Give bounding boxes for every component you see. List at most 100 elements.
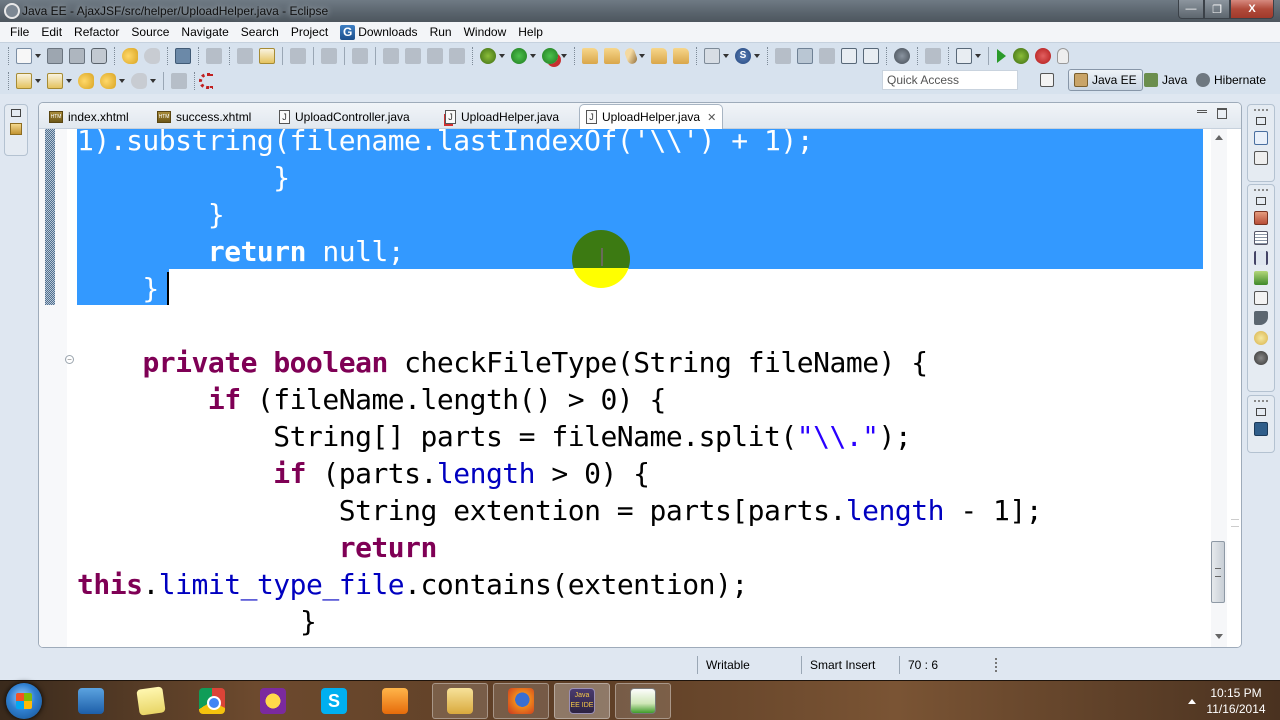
new-spring-dropdown-icon[interactable] [754,53,760,58]
menu-edit[interactable]: Edit [35,25,68,39]
restore-icon[interactable] [1256,197,1266,205]
run-icon[interactable] [511,47,527,64]
task-list-icon[interactable] [1254,151,1268,165]
start-button[interactable] [6,683,42,719]
menu-source[interactable]: Source [125,25,175,39]
external-tools-dropdown-icon[interactable] [561,53,567,58]
restore-icon[interactable] [11,109,21,117]
brush-icon[interactable] [623,46,639,65]
print-icon[interactable] [91,47,107,64]
taskbar-firefox[interactable] [493,683,549,719]
debug-view-icon[interactable] [1254,351,1268,365]
restore-icon[interactable] [1256,408,1266,416]
toggle-mark-occurrences-icon[interactable] [237,47,253,64]
taskbar-windows-media-player[interactable] [66,683,116,719]
package-explorer-icon[interactable] [10,123,22,135]
scrollbar-thumb[interactable] [1211,541,1225,603]
new-class-icon[interactable] [775,47,791,64]
quick-access-input[interactable]: Quick Access [882,70,1018,90]
highlight-toggle-icon[interactable] [797,47,813,64]
back-dropdown-icon[interactable] [119,79,125,83]
toolbar-grip[interactable] [8,46,9,65]
play-icon[interactable] [997,48,1006,63]
restore-icon[interactable] [1256,117,1266,125]
step-into-icon[interactable] [290,47,306,64]
taskbar-notepad-plus-plus[interactable] [615,683,671,719]
taskbar-chrome[interactable] [187,683,237,719]
properties-icon[interactable] [1254,231,1268,245]
open-project-icon[interactable] [604,47,620,64]
taskbar-java-ee-ide[interactable]: Java EE IDE [554,683,610,719]
resume-icon[interactable] [383,47,399,64]
outline-icon[interactable] [1254,131,1268,145]
taskbar-outlook[interactable] [370,683,420,719]
show-whitespace-icon[interactable] [841,47,857,64]
code-editor[interactable]: 1).substring(filename.lastIndexOf('\\') … [39,124,1205,647]
pin-editor-icon[interactable] [171,73,187,89]
open-perspective-button[interactable] [1040,69,1058,91]
menu-file[interactable]: File [4,25,35,39]
debug-icon[interactable] [480,47,496,64]
open-resource-icon[interactable] [673,47,689,64]
minimize-editor-icon[interactable] [1197,110,1207,113]
hand-icon[interactable] [1057,47,1069,64]
menu-help[interactable]: Help [512,25,549,39]
next-annotation-icon[interactable] [259,47,275,64]
web-browser-icon[interactable] [894,47,910,64]
disconnect-icon[interactable] [449,47,465,64]
menu-project[interactable]: Project [285,25,334,39]
display-icon[interactable] [1254,422,1268,436]
taskbar-yahoo-messenger[interactable] [248,683,298,719]
open-task-icon[interactable] [651,47,667,64]
next-annotation-icon[interactable] [16,73,32,89]
server-config-icon[interactable] [956,47,972,64]
terminate-icon[interactable] [427,47,443,64]
minimize-button[interactable]: — [1178,0,1204,19]
stop-icon[interactable] [1035,47,1051,64]
taskbar-windows-explorer[interactable] [432,683,488,719]
open-folder-icon[interactable] [582,47,598,64]
menu-downloads[interactable]: G Downloads [334,24,423,40]
menu-run[interactable]: Run [424,25,458,39]
servers-icon[interactable] [1254,251,1268,265]
save-icon[interactable] [47,47,63,64]
suspend-icon[interactable] [405,47,421,64]
previous-annotation-dropdown-icon[interactable] [66,79,72,83]
save-all-icon[interactable] [69,47,85,64]
close-button[interactable]: X [1230,0,1274,19]
undo-icon[interactable] [122,47,138,64]
last-edit-location-icon[interactable] [78,73,94,89]
scroll-up-icon[interactable] [1215,135,1223,140]
data-source-explorer-icon[interactable] [1254,271,1268,285]
toggle-breadcrumb-icon[interactable] [206,47,222,64]
show-hidden-icons-icon[interactable] [1188,699,1196,704]
debug-server-icon[interactable] [1013,47,1029,64]
new-server-icon[interactable] [704,47,720,64]
system-clock[interactable]: 10:15 PM 11/16/2014 [1200,685,1272,717]
progress-icon[interactable] [1254,331,1268,345]
back-icon[interactable] [100,73,116,89]
perspective-java-ee[interactable]: Java EE [1068,69,1143,91]
server-config-dropdown-icon[interactable] [975,53,981,58]
fold-collapse-icon[interactable]: − [65,355,74,364]
scroll-down-icon[interactable] [1215,634,1223,639]
new-icon[interactable] [16,47,32,64]
status-grip[interactable] [995,658,997,672]
taskbar-skype[interactable]: S [309,683,359,719]
vertical-scrollbar[interactable] [1203,129,1241,647]
forward-icon[interactable] [131,73,147,89]
maximize-editor-icon[interactable] [1217,108,1227,119]
toolbar-grip[interactable] [8,72,9,90]
stack-grip[interactable] [1254,400,1268,402]
forward-dropdown-icon[interactable] [150,79,156,83]
previous-annotation-icon[interactable] [47,73,63,89]
pilcrow-icon[interactable] [863,47,879,64]
taskbar-sticky-notes[interactable] [126,683,176,719]
link-icon[interactable] [819,47,835,64]
menu-navigate[interactable]: Navigate [175,25,234,39]
new-dropdown-icon[interactable] [35,53,41,58]
new-server-dropdown-icon[interactable] [723,53,729,58]
stack-grip[interactable] [1254,109,1268,111]
menu-search[interactable]: Search [235,25,285,39]
stack-grip[interactable] [1254,189,1268,191]
